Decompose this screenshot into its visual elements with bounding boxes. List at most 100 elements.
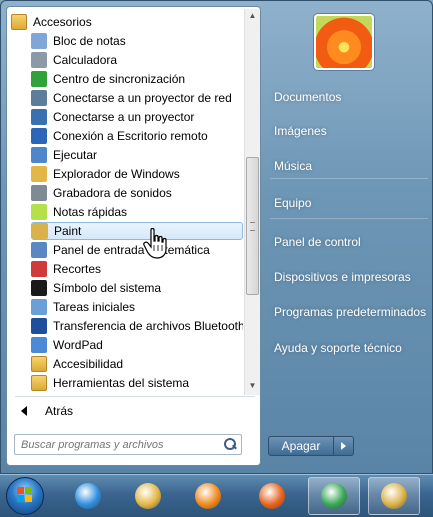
program-list: Accesorios Bloc de notas Calculadora Centr… (7, 7, 243, 395)
program-item[interactable]: Ejecutar (31, 146, 243, 164)
divider (270, 218, 428, 219)
taskbar-button[interactable] (246, 477, 298, 515)
program-label: Explorador de Windows (53, 167, 180, 181)
folder-icon (31, 375, 47, 391)
program-item[interactable]: Tareas iniciales (31, 298, 243, 316)
program-item[interactable]: Panel de entrada matemática (31, 241, 243, 259)
calculator-icon (31, 52, 47, 68)
windows-logo-icon (17, 487, 33, 503)
program-item[interactable]: Explorador de Windows (31, 165, 243, 183)
network-projector-icon (31, 90, 47, 106)
taskbar-button[interactable] (368, 477, 420, 515)
start-button[interactable] (6, 477, 44, 515)
taskbar-button[interactable] (62, 477, 114, 515)
program-item[interactable]: Centro de sincronización (31, 70, 243, 88)
program-label: Símbolo del sistema (53, 281, 162, 295)
scroll-thumb[interactable] (246, 157, 259, 295)
scroll-down-button[interactable]: ▼ (246, 379, 259, 393)
program-label: Paint (54, 224, 82, 238)
right-link-item[interactable]: Dispositivos e impresoras (268, 263, 428, 291)
program-item[interactable]: Paint (31, 222, 243, 240)
program-item[interactable]: Conexión a Escritorio remoto (31, 127, 243, 145)
remote-desktop-icon (31, 128, 47, 144)
sticky-notes-icon (31, 204, 47, 220)
program-label: Ejecutar (53, 148, 98, 162)
taskbar-button[interactable] (182, 477, 234, 515)
program-item[interactable]: Transferencia de archivos Bluetooth (31, 317, 243, 335)
divider (270, 178, 428, 179)
program-label: Herramientas del sistema (53, 376, 190, 390)
programs-pane: Accesorios Bloc de notas Calculadora Centr… (6, 6, 261, 466)
search-input[interactable] (15, 437, 221, 452)
folder-label: Accesorios (33, 15, 92, 29)
run-icon (31, 147, 47, 163)
program-label: WordPad (53, 338, 103, 352)
program-label: Panel de entrada matemática (53, 243, 210, 257)
program-label: Conectarse a un proyector de red (53, 91, 232, 105)
right-link-item[interactable]: Imágenes (268, 117, 428, 145)
program-label: Recortes (53, 262, 102, 276)
hand-cursor-icon (143, 228, 167, 259)
program-label: Bloc de notas (53, 34, 126, 48)
microphone-icon (31, 185, 47, 201)
program-label: Calculadora (53, 53, 118, 67)
program-label: Notas rápidas (53, 205, 128, 219)
projector-icon (31, 109, 47, 125)
program-item[interactable]: Accesibilidad (31, 355, 243, 373)
explorer-icon (31, 166, 47, 182)
bluetooth-icon (31, 318, 47, 334)
search-box[interactable] (14, 434, 242, 455)
program-label: Conectarse a un proyector (53, 110, 195, 124)
folder-icon (11, 14, 27, 30)
right-link-item[interactable]: Programas predeterminados (268, 298, 428, 326)
back-arrow-icon (21, 406, 27, 416)
program-item[interactable]: Herramientas del sistema (31, 374, 243, 392)
getting-started-icon (31, 299, 47, 315)
shutdown-button[interactable]: Apagar (268, 436, 334, 456)
program-item[interactable]: Calculadora (31, 51, 243, 69)
program-item[interactable]: Grabadora de sonidos (31, 184, 243, 202)
right-link-item[interactable]: Equipo (268, 189, 428, 217)
program-item[interactable]: Bloc de notas (31, 32, 243, 50)
program-label: Centro de sincronización (53, 72, 186, 86)
scrollbar[interactable]: ▲ ▼ (244, 9, 260, 395)
scroll-up-button[interactable]: ▲ (246, 9, 259, 23)
right-link-item[interactable]: Panel de control (268, 228, 428, 256)
back-button[interactable]: Atrás (15, 400, 255, 422)
paint-icon (32, 223, 48, 239)
program-item[interactable]: Recortes (31, 260, 243, 278)
program-label: Grabadora de sonidos (53, 186, 172, 200)
notepad-icon (31, 33, 47, 49)
shutdown-label: Apagar (281, 439, 321, 453)
program-item[interactable]: Notas rápidas (31, 203, 243, 221)
taskbar-button[interactable] (308, 477, 360, 515)
folder-accesorios[interactable]: Accesorios (11, 13, 241, 31)
program-label: Conexión a Escritorio remoto (53, 129, 208, 143)
shutdown-options-button[interactable] (334, 436, 354, 456)
snipping-tool-icon (31, 261, 47, 277)
divider (15, 396, 255, 397)
taskbar-button[interactable] (122, 477, 174, 515)
program-item[interactable]: Conectarse a un proyector (31, 108, 243, 126)
right-link-item[interactable]: Documentos (268, 83, 428, 111)
paint-icon (381, 483, 407, 509)
program-item[interactable]: WordPad (31, 336, 243, 354)
program-item[interactable]: Conectarse a un proyector de red (31, 89, 243, 107)
right-link-item[interactable]: Ayuda y soporte técnico (268, 334, 428, 362)
sync-center-icon (31, 71, 47, 87)
right-link-item[interactable]: Música (268, 152, 428, 180)
wordpad-icon (31, 337, 47, 353)
folder-icon (135, 483, 161, 509)
user-avatar[interactable] (314, 14, 374, 70)
media-player-icon (195, 483, 221, 509)
program-item[interactable]: Símbolo del sistema (31, 279, 243, 297)
program-label: Tareas iniciales (53, 300, 136, 314)
program-label: Transferencia de archivos Bluetooth (53, 319, 243, 333)
search-icon[interactable] (221, 436, 239, 454)
command-prompt-icon (31, 280, 47, 296)
taskbar (0, 474, 433, 517)
math-input-icon (31, 242, 47, 258)
chrome-icon (321, 483, 347, 509)
folder-icon (31, 356, 47, 372)
firefox-icon (259, 483, 285, 509)
